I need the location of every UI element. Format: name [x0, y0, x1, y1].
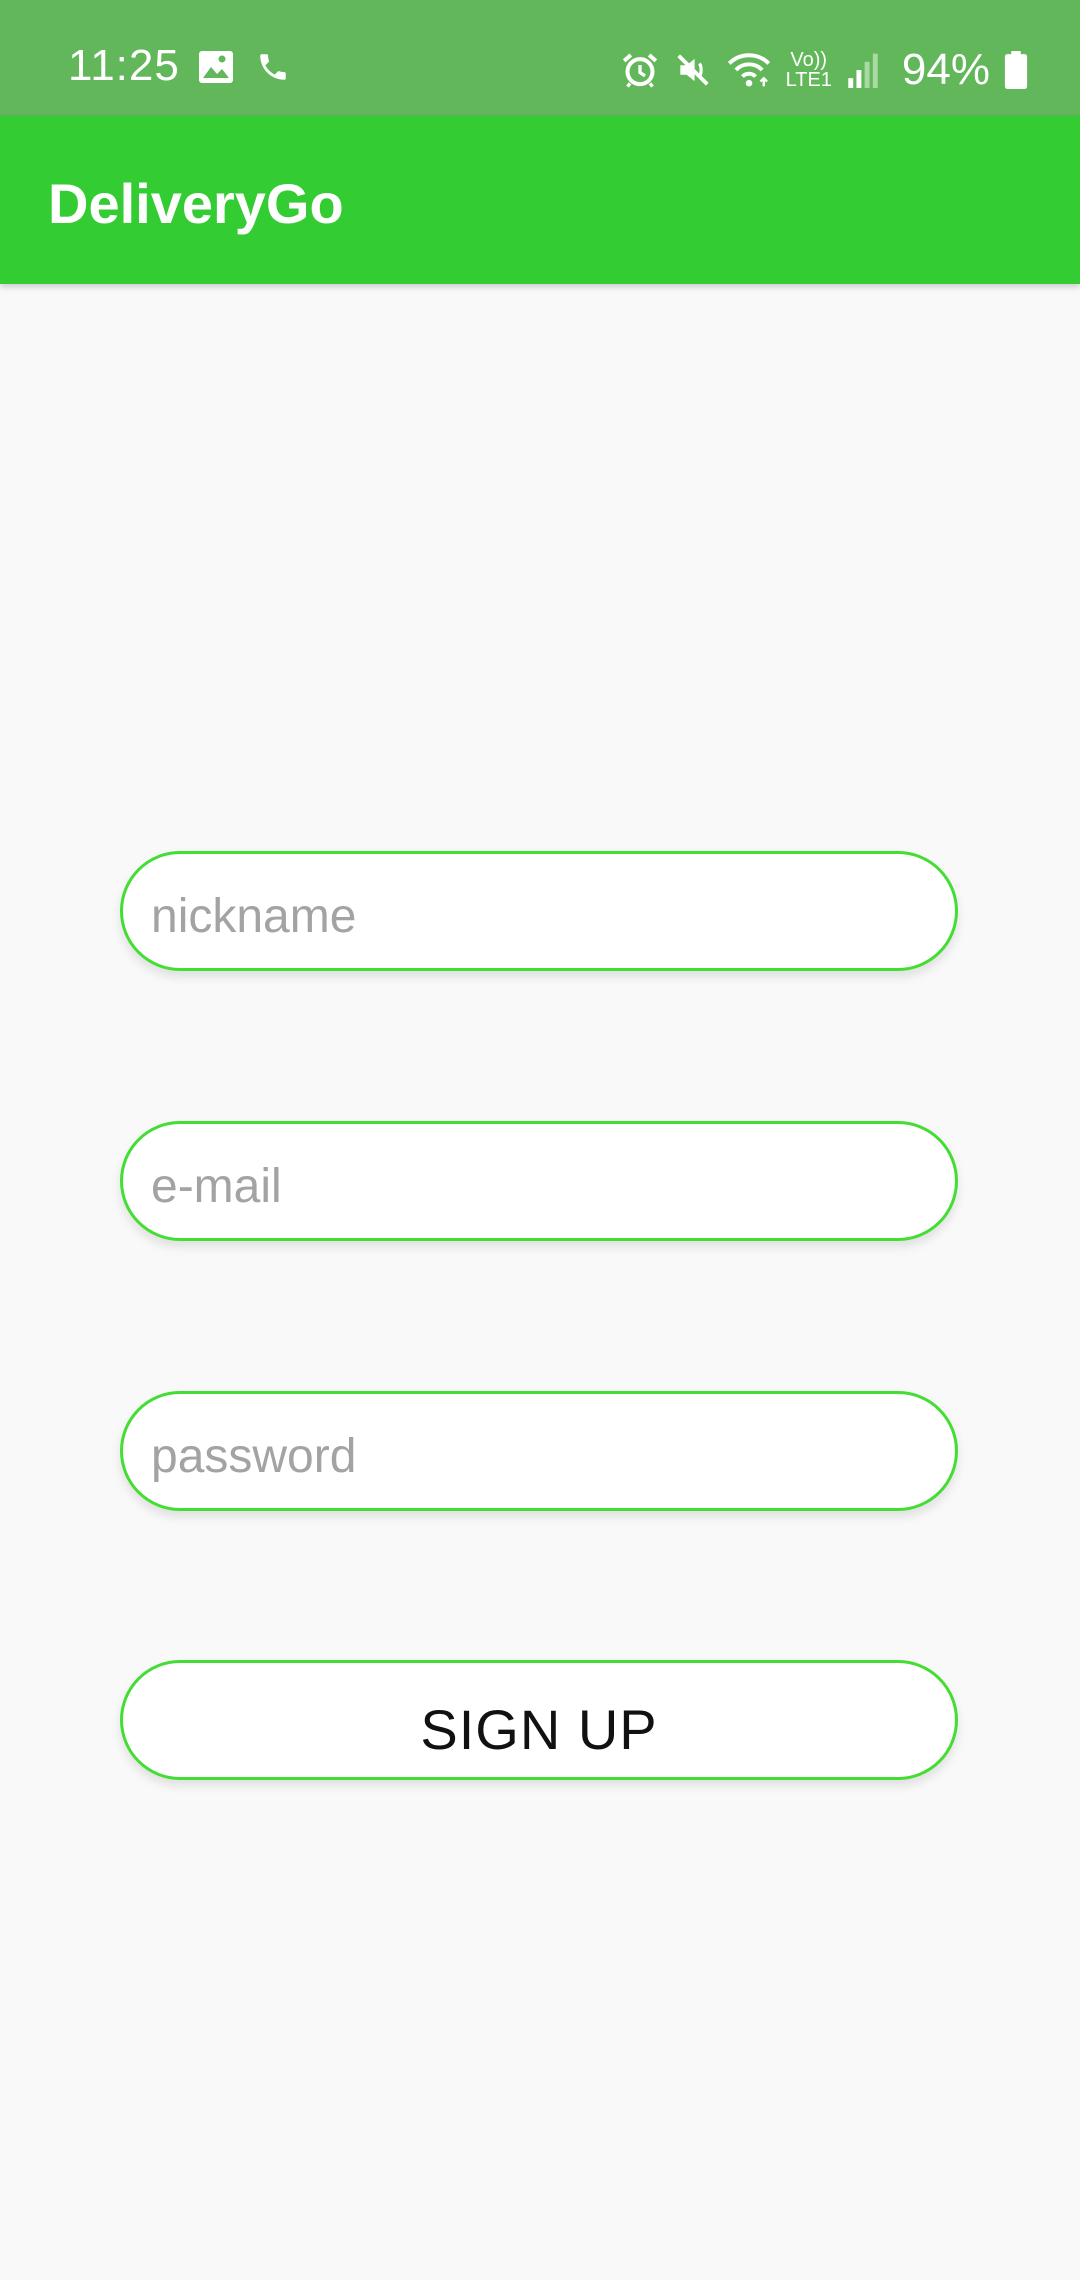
phone-icon: [256, 50, 290, 84]
battery-percentage: 94%: [901, 45, 990, 94]
battery-icon: [1004, 51, 1028, 89]
password-input[interactable]: [151, 1394, 921, 1508]
image-icon: [198, 50, 234, 84]
signal-icon: [846, 52, 880, 88]
status-right-icons: Vo)) LTE1 94%: [620, 44, 1028, 96]
alarm-icon: [620, 50, 660, 90]
lte-label: LTE1: [785, 69, 832, 91]
email-field[interactable]: [120, 1121, 958, 1241]
volte-icon: Vo)) LTE1: [786, 50, 832, 90]
volte-label: Vo)): [790, 49, 828, 71]
password-field[interactable]: [120, 1391, 958, 1511]
mute-icon: [674, 51, 712, 89]
nickname-input[interactable]: [151, 854, 921, 968]
wifi-icon: [726, 50, 772, 90]
app-bar: DeliveryGo: [0, 116, 1080, 284]
status-time: 11:25: [68, 41, 180, 90]
sign-up-button[interactable]: SIGN UP: [120, 1660, 958, 1780]
status-bar: 11:25 Vo)) LTE1 94%: [0, 0, 1080, 116]
email-input[interactable]: [151, 1124, 921, 1238]
nickname-field[interactable]: [120, 851, 958, 971]
app-title: DeliveryGo: [48, 172, 344, 235]
status-left-icons: [198, 50, 290, 84]
